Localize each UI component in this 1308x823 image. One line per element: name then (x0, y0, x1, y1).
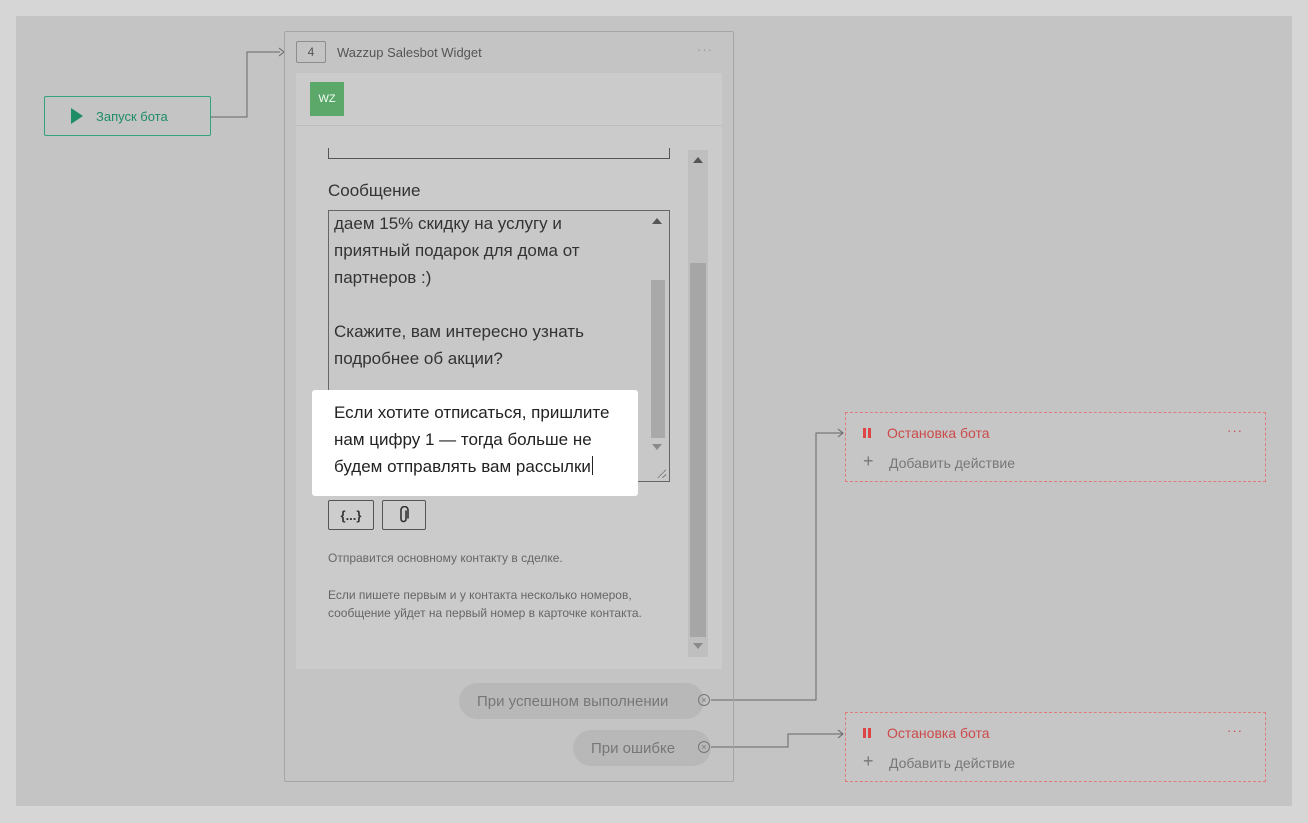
stop-bot-node[interactable]: Остановка бота ··· + Добавить действие (845, 712, 1266, 782)
add-action-link[interactable]: Добавить действие (889, 755, 1015, 771)
message-line-text: будем отправлять вам рассылки (334, 457, 591, 476)
widget-menu-button[interactable]: ··· (697, 42, 713, 57)
stop-node-menu-button[interactable]: ··· (1227, 423, 1243, 438)
plus-icon[interactable]: + (863, 452, 874, 470)
message-line: нам цифру 1 — тогда больше не (334, 430, 592, 449)
text-cursor (591, 456, 593, 475)
message-line: Если хотите отписаться, пришлите (334, 403, 610, 422)
recipient-note: Отправится основному контакту в сделке. (328, 551, 563, 565)
attach-file-button[interactable] (382, 500, 426, 530)
stop-bot-title: Остановка бота (887, 425, 990, 441)
plus-icon[interactable]: + (863, 752, 874, 770)
play-icon (71, 108, 83, 124)
message-line: подробнее об акции? (334, 349, 503, 368)
stop-bot-node[interactable]: Остановка бота ··· + Добавить действие (845, 412, 1266, 482)
textarea-scroll-thumb[interactable] (651, 280, 665, 438)
step-number: 4 (296, 41, 326, 63)
message-line: будем отправлять вам рассылки (334, 453, 609, 480)
add-action-link[interactable]: Добавить действие (889, 455, 1015, 471)
message-label: Сообщение (328, 181, 421, 200)
message-line: Скажите, вам интересно узнать (334, 322, 584, 341)
start-bot-label: Запуск бота (96, 108, 168, 124)
widget-title: Wazzup Salesbot Widget (337, 45, 482, 60)
on-error-label: При ошибке (591, 739, 676, 757)
insert-variable-button[interactable]: {...} (328, 500, 374, 530)
stop-bot-title: Остановка бота (887, 725, 990, 741)
pause-icon (863, 728, 871, 738)
scroll-down-icon[interactable] (652, 444, 662, 450)
panel-scroll-thumb[interactable] (690, 263, 706, 637)
on-success-label: При успешном выполнении (477, 692, 669, 710)
stop-node-menu-button[interactable]: ··· (1227, 723, 1243, 738)
scroll-down-icon[interactable] (693, 643, 703, 649)
scroll-up-icon[interactable] (652, 218, 662, 224)
output-handle-icon[interactable]: × (698, 741, 710, 753)
output-handle-icon[interactable]: × (698, 694, 710, 706)
first-number-note: Если пишете первым и у контакта нескольк… (328, 588, 642, 620)
on-success-output[interactable]: При успешном выполнении (459, 683, 705, 719)
scroll-up-icon[interactable] (693, 157, 703, 163)
previous-field[interactable] (328, 148, 670, 159)
pause-icon (863, 428, 871, 438)
message-line: приятный подарок для дома от (334, 241, 580, 260)
resize-grip-icon[interactable] (656, 468, 666, 478)
wazzup-logo: WZ (310, 82, 344, 116)
highlighted-message-text[interactable]: Если хотите отписаться, пришлите нам циф… (334, 399, 609, 480)
on-error-output[interactable]: При ошибке (573, 730, 712, 766)
message-line: даем 15% скидку на услугу и (334, 214, 562, 233)
paperclip-icon (400, 506, 409, 523)
start-bot-node[interactable]: Запуск бота (44, 96, 211, 136)
divider (296, 125, 722, 126)
message-line: партнеров :) (334, 268, 432, 287)
